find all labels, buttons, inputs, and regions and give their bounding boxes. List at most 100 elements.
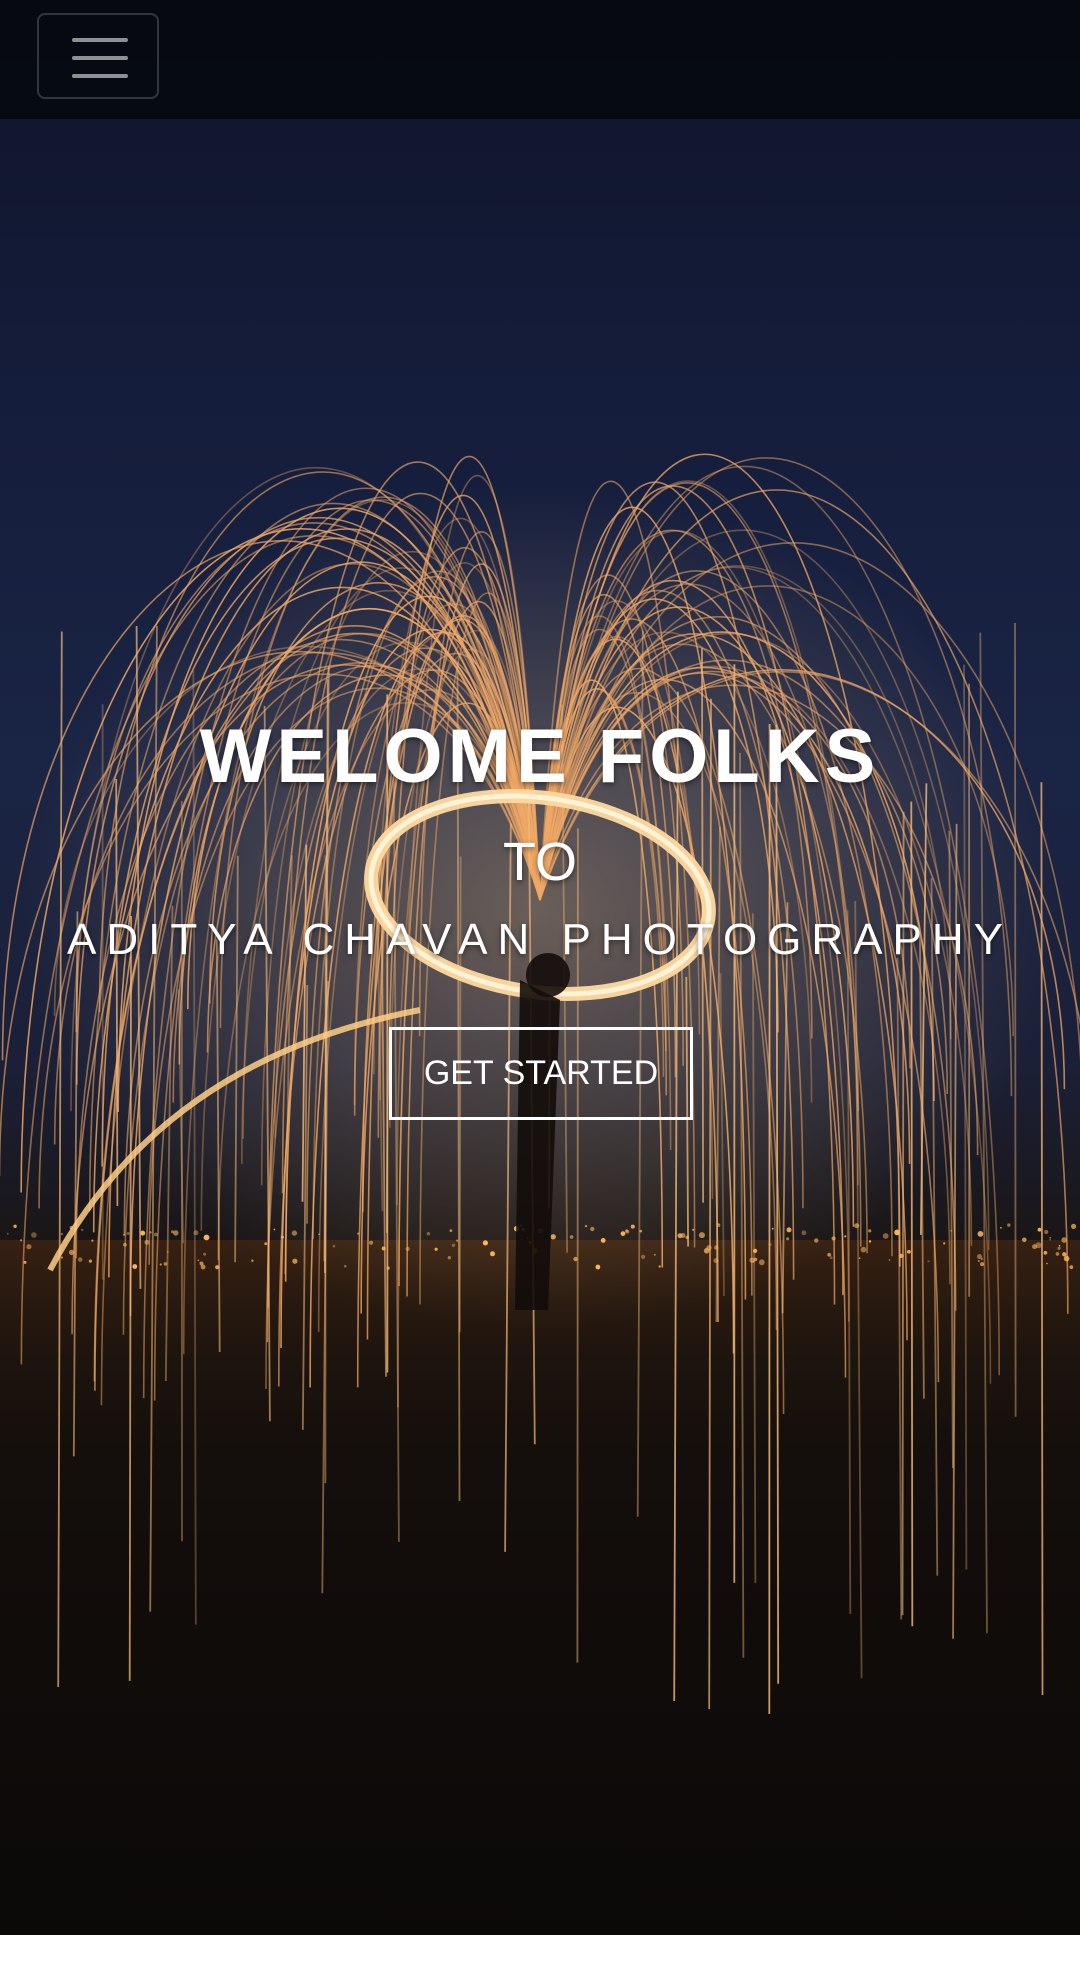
ground-spark (264, 1242, 268, 1246)
ground-spark (639, 1229, 643, 1233)
ground-spark (977, 1254, 982, 1260)
ground-spark (357, 1232, 360, 1235)
ground-spark (292, 1258, 298, 1264)
ground-spark (1043, 1250, 1048, 1255)
ground-spark (907, 1249, 911, 1254)
ground-spark (31, 1232, 37, 1238)
ground-spark (927, 1260, 930, 1263)
navbar (0, 0, 1080, 119)
page: WELOME FOLKS TO ADITYA CHAVAN PHOTOGRAPH… (0, 0, 1080, 1967)
ground-spark (1058, 1245, 1061, 1247)
ground-spark (620, 1231, 626, 1236)
ground-spark (434, 1247, 438, 1251)
ground-spark (456, 1239, 459, 1242)
ground-spark (159, 1263, 162, 1266)
ground-spark (1055, 1252, 1060, 1256)
ground-spark (140, 1230, 146, 1236)
ground-spark (1000, 1226, 1002, 1229)
ground-spark (706, 1245, 712, 1251)
ground-spark (332, 1244, 336, 1248)
ground-spark (595, 1264, 601, 1270)
ground-spark (977, 1231, 984, 1237)
ground-spark (758, 1259, 765, 1266)
ground-spark (658, 1265, 661, 1268)
ground-spark (899, 1253, 904, 1259)
ground-spark (26, 1244, 32, 1250)
ground-spark (753, 1248, 758, 1253)
ground-spark (68, 1249, 75, 1256)
ground-spark (203, 1234, 210, 1241)
ground-spark (88, 1259, 92, 1263)
ground-spark (768, 1243, 772, 1247)
ground-spark (550, 1234, 556, 1240)
ground-spark (13, 1224, 17, 1229)
ground-spark (831, 1236, 836, 1241)
ground-spark (1007, 1223, 1011, 1227)
ground-spark (844, 1235, 847, 1238)
ground-spark (405, 1246, 410, 1251)
ground-spark (193, 1230, 199, 1236)
hero-brand-name: ADITYA CHAVAN PHOTOGRAPHY (67, 915, 1013, 964)
ground-spark (91, 1239, 94, 1242)
ground-spark (786, 1227, 792, 1233)
ground-spark (23, 1260, 27, 1264)
ground-spark (369, 1240, 374, 1245)
ground-spark (166, 1250, 169, 1253)
ground-spark (600, 1238, 606, 1243)
ground-spark (801, 1230, 807, 1236)
ground-spark (713, 1258, 719, 1264)
ground-spark (590, 1226, 595, 1232)
ground-spark (584, 1225, 588, 1228)
ground-spark (625, 1229, 629, 1233)
ground-spark (1032, 1244, 1038, 1250)
ground-spark (943, 1242, 946, 1245)
ground-spark (786, 1237, 790, 1241)
ground-spark (1049, 1238, 1051, 1241)
ground-spark (81, 1228, 84, 1232)
get-started-button[interactable]: GET STARTED (389, 1027, 693, 1120)
ground-spark (60, 1256, 63, 1259)
ground-spark (149, 1231, 152, 1234)
ground-spark (692, 1228, 695, 1231)
ground-spark (126, 1232, 130, 1235)
ground-spark (381, 1246, 386, 1251)
ground-spark (200, 1264, 206, 1270)
ground-spark (680, 1233, 686, 1238)
ground-spark (1057, 1246, 1061, 1250)
ground-spark (20, 1239, 23, 1242)
ground-spark (950, 1229, 953, 1232)
ground-spark (685, 1235, 689, 1240)
ground-spark (771, 1227, 774, 1230)
ground-spark (77, 1257, 83, 1262)
ground-spark (215, 1265, 220, 1270)
ground-spark (291, 1230, 298, 1236)
ground-spark (490, 1251, 495, 1257)
ground-spark (173, 1230, 179, 1236)
navbar-toggle-button[interactable] (37, 13, 159, 99)
ground-spark (749, 1257, 755, 1263)
ground-spark (698, 1232, 705, 1239)
ground-spark (858, 1257, 861, 1259)
ground-spark (1044, 1229, 1049, 1235)
ground-spark (203, 1252, 207, 1256)
ground-spark (6, 1232, 9, 1235)
ground-spark (281, 1235, 284, 1239)
ground-spark (447, 1256, 451, 1260)
page-bottom-strip (0, 1935, 1080, 1967)
ground-spark (868, 1229, 872, 1233)
ground-spark (860, 1246, 867, 1253)
ground-spark (251, 1259, 254, 1262)
ground-spark (573, 1256, 578, 1262)
ground-spark (273, 1228, 276, 1231)
ground-spark (1022, 1237, 1027, 1243)
ground-spark (123, 1242, 127, 1247)
ground-spark (894, 1229, 900, 1236)
ground-spark (829, 1256, 833, 1260)
ground-spark (163, 1262, 168, 1266)
ground-spark (1037, 1227, 1042, 1232)
ground-spark (980, 1262, 985, 1267)
ground-spark (144, 1239, 150, 1245)
ground-spark (888, 1259, 891, 1261)
ground-spark (827, 1252, 832, 1257)
ground-spark (344, 1265, 347, 1268)
